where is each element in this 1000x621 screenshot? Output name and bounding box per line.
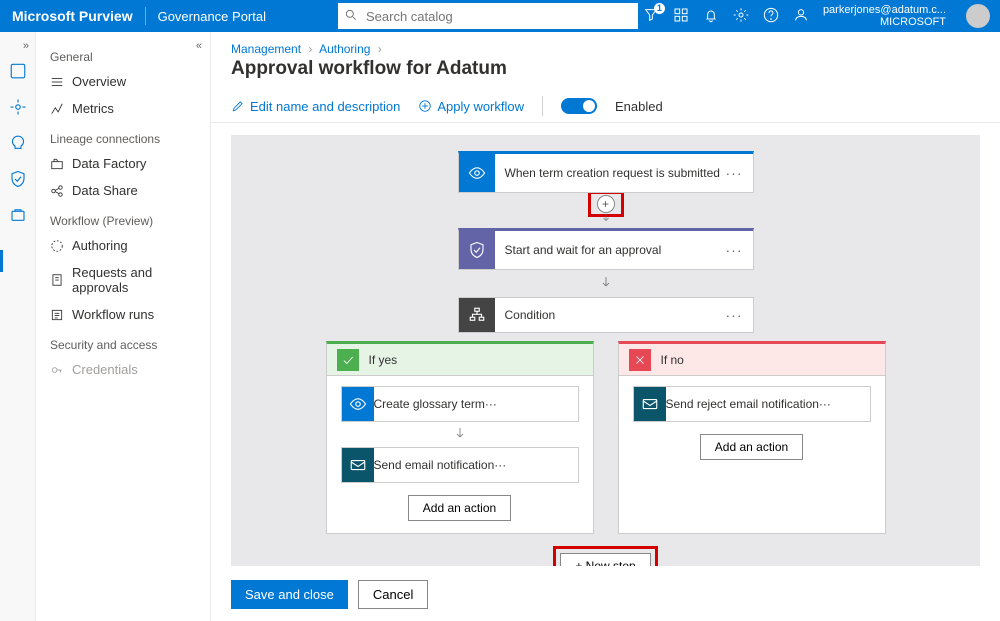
crumb-authoring[interactable]: Authoring <box>319 42 370 56</box>
avatar[interactable] <box>966 4 990 28</box>
more-icon[interactable]: ··· <box>726 242 753 258</box>
group-lineage: Lineage connections <box>36 128 210 150</box>
events-icon[interactable]: 1 <box>643 7 659 26</box>
apply-workflow-button[interactable]: Apply workflow <box>418 99 524 114</box>
top-icons: 1 parkerjones@adatum.c... MICROSOFT <box>643 4 1000 28</box>
reject-email-label: Send reject email notification <box>666 397 819 411</box>
nav-requests[interactable]: Requests and approvals <box>36 259 210 301</box>
search-input[interactable] <box>338 3 638 29</box>
add-action-button[interactable]: Add an action <box>408 495 511 521</box>
more-icon[interactable]: ··· <box>726 307 753 323</box>
user-email: parkerjones@adatum.c... <box>823 4 946 16</box>
if-no-header: If no <box>619 344 885 376</box>
save-button[interactable]: Save and close <box>231 580 348 609</box>
gear-icon[interactable] <box>733 7 749 26</box>
main-area: Management › Authoring › Approval workfl… <box>211 32 1000 621</box>
new-step-wrap: + New step <box>553 546 657 566</box>
arrow-down-icon <box>600 211 612 226</box>
create-term-label: Create glossary term <box>374 397 485 411</box>
reject-email-card[interactable]: Send reject email notification ··· <box>633 386 871 422</box>
active-indicator <box>0 250 3 272</box>
command-bar: Edit name and description Apply workflow… <box>211 90 1000 123</box>
nav-credentials[interactable]: Credentials <box>36 356 210 383</box>
approval-card[interactable]: Start and wait for an approval ··· <box>458 228 754 270</box>
search-wrap <box>338 3 638 29</box>
expand-icon[interactable]: » <box>23 40 29 52</box>
feedback-icon[interactable] <box>793 7 809 26</box>
nav-runs[interactable]: Workflow runs <box>36 301 210 328</box>
new-step-highlight: + New step <box>553 546 657 566</box>
breadcrumbs: Management › Authoring › <box>211 32 1000 58</box>
brand-label: Microsoft Purview <box>0 8 145 24</box>
collapse-icon[interactable]: « <box>196 40 202 52</box>
if-yes-header: If yes <box>327 344 593 376</box>
portal-label: Governance Portal <box>145 7 278 25</box>
nav-overview[interactable]: Overview <box>36 68 210 95</box>
group-general: General <box>36 46 210 68</box>
eye-icon <box>342 387 374 421</box>
if-no-branch: If no Send reject email notification ···… <box>618 341 886 534</box>
rail-sources-icon[interactable] <box>9 62 27 80</box>
more-icon[interactable]: ··· <box>819 397 831 411</box>
rail-insights-icon[interactable] <box>9 134 27 152</box>
if-yes-branch: If yes Create glossary term ··· Send ema… <box>326 341 594 534</box>
condition-label: Condition <box>495 308 726 322</box>
arrow-down-icon <box>327 424 593 445</box>
condition-icon <box>459 298 495 332</box>
search-icon <box>344 8 358 25</box>
cmd-divider <box>542 96 543 116</box>
trigger-card[interactable]: When term creation request is submitted … <box>458 151 754 193</box>
create-term-card[interactable]: Create glossary term ··· <box>341 386 579 422</box>
edit-name-button[interactable]: Edit name and description <box>231 99 400 114</box>
eye-icon <box>459 154 495 192</box>
left-rail: » <box>0 32 36 621</box>
send-email-card[interactable]: Send email notification ··· <box>341 447 579 483</box>
more-icon[interactable]: ··· <box>494 458 506 472</box>
group-security: Security and access <box>36 334 210 356</box>
cancel-button[interactable]: Cancel <box>358 580 428 609</box>
enabled-label: Enabled <box>615 99 663 114</box>
mail-icon <box>342 448 374 482</box>
user-block[interactable]: parkerjones@adatum.c... MICROSOFT <box>823 4 952 28</box>
condition-card[interactable]: Condition ··· <box>458 297 754 333</box>
condition-branches: If yes Create glossary term ··· Send ema… <box>326 341 886 534</box>
rail-policy-icon[interactable] <box>9 170 27 188</box>
more-icon[interactable]: ··· <box>726 165 753 181</box>
more-icon[interactable]: ··· <box>485 397 497 411</box>
crumb-sep: › <box>378 42 382 56</box>
check-icon <box>337 349 359 371</box>
crumb-management[interactable]: Management <box>231 42 301 56</box>
enabled-toggle[interactable] <box>561 98 597 114</box>
nav-data-share[interactable]: Data Share <box>36 177 210 204</box>
grid-icon[interactable] <box>673 7 689 26</box>
new-step-button[interactable]: + New step <box>560 553 650 566</box>
nav-metrics[interactable]: Metrics <box>36 95 210 122</box>
footer-bar: Save and close Cancel <box>211 574 1000 621</box>
send-email-label: Send email notification <box>374 458 495 472</box>
approval-icon <box>459 231 495 269</box>
x-icon <box>629 349 651 371</box>
help-icon[interactable] <box>763 7 779 26</box>
trigger-label: When term creation request is submitted <box>495 166 726 180</box>
rail-map-icon[interactable] <box>9 98 27 116</box>
nav-authoring[interactable]: Authoring <box>36 232 210 259</box>
top-bar: Microsoft Purview Governance Portal 1 pa… <box>0 0 1000 32</box>
rail-management-icon[interactable] <box>9 206 27 224</box>
side-nav: « General Overview Metrics Lineage conne… <box>36 32 211 621</box>
group-workflow: Workflow (Preview) <box>36 210 210 232</box>
if-yes-label: If yes <box>369 353 398 367</box>
crumb-sep: › <box>308 42 312 56</box>
add-action-button[interactable]: Add an action <box>700 434 803 460</box>
bell-icon[interactable] <box>703 7 719 26</box>
if-no-label: If no <box>661 353 684 367</box>
arrow-down-icon <box>600 272 612 295</box>
notif-badge: 1 <box>654 3 665 14</box>
tenant-label: MICROSOFT <box>823 16 946 28</box>
workflow-canvas: When term creation request is submitted … <box>231 135 980 566</box>
approval-label: Start and wait for an approval <box>495 243 726 257</box>
mail-icon <box>634 387 666 421</box>
page-title: Approval workflow for Adatum <box>211 58 1000 90</box>
nav-data-factory[interactable]: Data Factory <box>36 150 210 177</box>
